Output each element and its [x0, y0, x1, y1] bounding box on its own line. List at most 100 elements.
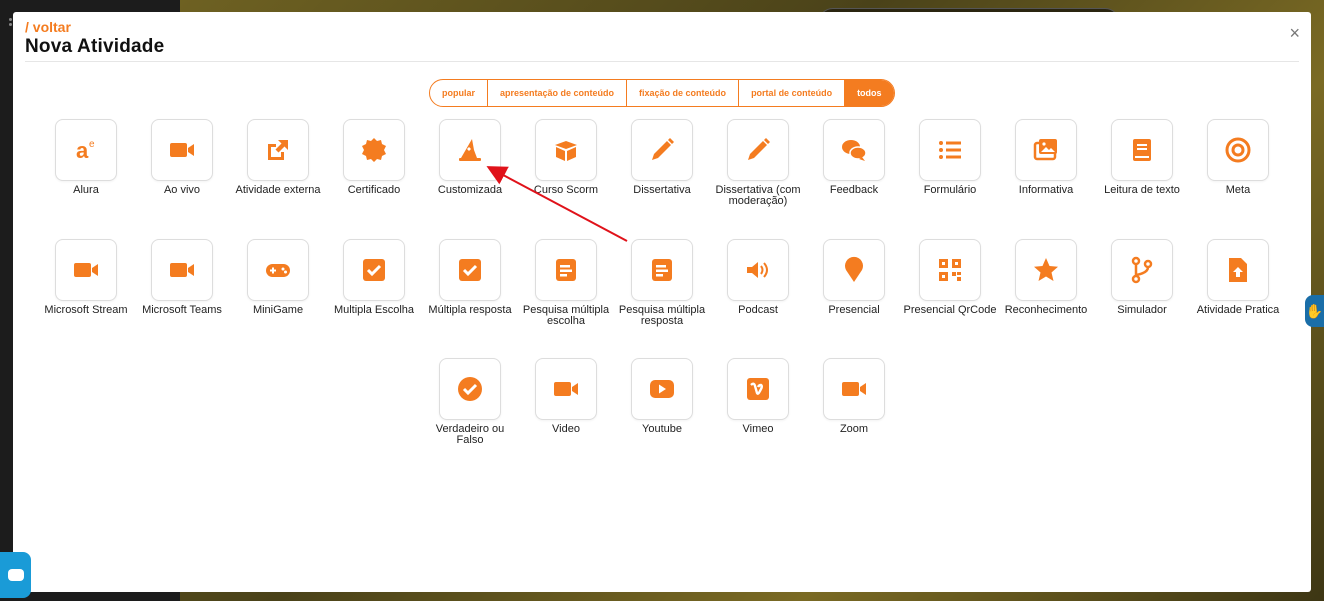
star-icon: [1034, 258, 1058, 281]
check-circle-icon: [458, 377, 482, 401]
activity-tile[interactable]: [631, 119, 693, 181]
activity-label: Curso Scorm: [533, 184, 599, 196]
activity-video[interactable]: Video: [518, 358, 614, 435]
close-icon[interactable]: ×: [1289, 24, 1300, 42]
activity-multipla-escolha[interactable]: Multipla Escolha: [326, 239, 422, 316]
activity-ao-vivo[interactable]: Ao vivo: [134, 119, 230, 196]
filter-content-fixation[interactable]: fixação de conteúdo: [627, 80, 740, 106]
activity-tile[interactable]: [1111, 119, 1173, 181]
activity-label: Certificado: [347, 184, 401, 196]
activity-feedback[interactable]: Feedback: [806, 119, 902, 196]
alura-icon: ae: [76, 138, 95, 163]
activity-customizada[interactable]: Customizada: [422, 119, 518, 196]
video-camera-icon: [170, 263, 194, 277]
activity-tile[interactable]: [823, 358, 885, 420]
activity-tile[interactable]: [1207, 239, 1269, 301]
activity-tile[interactable]: [151, 119, 213, 181]
activity-informativa[interactable]: Informativa: [998, 119, 1094, 196]
activity-tile[interactable]: [1015, 239, 1077, 301]
activity-microsoft-stream[interactable]: Microsoft Stream: [38, 239, 134, 316]
activity-tile[interactable]: [631, 239, 693, 301]
chat-icon: [7, 569, 24, 581]
activity-pesquisa-multipla-resposta[interactable]: Pesquisa múltipla resposta: [614, 239, 710, 327]
activity-tile[interactable]: [823, 119, 885, 181]
activity-label: Microsoft Teams: [142, 304, 222, 316]
activity-tile[interactable]: [439, 119, 501, 181]
activity-label: Leitura de texto: [1104, 184, 1180, 196]
activity-dissertativa-com-moderacao[interactable]: Dissertativa (com moderação): [710, 119, 806, 207]
activity-verdadeiro-ou-falso[interactable]: Verdadeiro ou Falso: [422, 358, 518, 446]
activity-tile[interactable]: [55, 239, 117, 301]
vimeo-icon: [747, 378, 769, 400]
activity-tile[interactable]: [727, 239, 789, 301]
activity-tile[interactable]: [343, 239, 405, 301]
activity-youtube[interactable]: Youtube: [614, 358, 710, 435]
activity-presencial[interactable]: Presencial: [806, 239, 902, 316]
file-upload-icon: [1229, 258, 1247, 282]
activity-tile[interactable]: [151, 239, 213, 301]
activity-minigame[interactable]: MiniGame: [230, 239, 326, 316]
activity-tile[interactable]: [439, 358, 501, 420]
activity-label: Ao vivo: [163, 184, 201, 196]
activity-leitura-de-texto[interactable]: Leitura de texto: [1094, 119, 1190, 196]
checkbox-icon: [363, 259, 385, 281]
activity-certificado[interactable]: Certificado: [326, 119, 422, 196]
activity-tile[interactable]: [535, 358, 597, 420]
activity-label: Formulário: [923, 184, 977, 196]
video-camera-icon: [554, 382, 578, 396]
activity-formulario[interactable]: Formulário: [902, 119, 998, 196]
accessibility-hand-icon[interactable]: ✋: [1305, 295, 1324, 327]
video-camera-icon: [74, 263, 98, 277]
activity-label: Meta: [1225, 184, 1251, 196]
activity-tile[interactable]: [919, 119, 981, 181]
images-icon: [1033, 139, 1057, 161]
activity-pesquisa-multipla-escolha[interactable]: Pesquisa múltipla escolha: [518, 239, 614, 327]
back-link[interactable]: / voltar: [25, 19, 71, 35]
svg-text:e: e: [89, 139, 95, 150]
activity-tile[interactable]: [631, 358, 693, 420]
filter-all[interactable]: todos: [845, 80, 894, 106]
activity-label: Microsoft Stream: [44, 304, 128, 316]
activity-atividade-pratica[interactable]: Atividade Pratica: [1190, 239, 1286, 316]
activity-label: Dissertativa: [633, 184, 691, 196]
activity-tile[interactable]: [919, 239, 981, 301]
chat-widget-button[interactable]: [0, 552, 31, 598]
checkbox-icon: [459, 259, 481, 281]
activity-curso-scorm[interactable]: Curso Scorm: [518, 119, 614, 196]
filter-content-portal[interactable]: portal de conteúdo: [739, 80, 846, 106]
activity-tile[interactable]: [823, 239, 885, 301]
activity-vimeo[interactable]: Vimeo: [710, 358, 806, 435]
chat-bubbles-icon: [842, 140, 867, 161]
activity-label: Dissertativa (com moderação): [715, 184, 801, 207]
activity-tile[interactable]: ae: [55, 119, 117, 181]
activity-tile[interactable]: [1111, 239, 1173, 301]
filter-content-presentation[interactable]: apresentação de conteúdo: [488, 80, 628, 106]
activity-tile[interactable]: [247, 239, 309, 301]
activity-microsoft-teams[interactable]: Microsoft Teams: [134, 239, 230, 316]
activity-dissertativa[interactable]: Dissertativa: [614, 119, 710, 196]
activity-multipla-resposta[interactable]: Múltipla resposta: [422, 239, 518, 316]
activity-tile[interactable]: [247, 119, 309, 181]
activity-label: Múltipla resposta: [428, 304, 512, 316]
activity-label: Feedback: [829, 184, 879, 196]
activity-reconhecimento[interactable]: Reconhecimento: [998, 239, 1094, 316]
activity-tile[interactable]: [1015, 119, 1077, 181]
activity-tile[interactable]: [343, 119, 405, 181]
activity-zoom[interactable]: Zoom: [806, 358, 902, 435]
video-camera-icon: [170, 143, 194, 157]
activity-tile[interactable]: [439, 239, 501, 301]
activity-meta[interactable]: Meta: [1190, 119, 1286, 196]
activity-label: Presencial QrCode: [903, 304, 997, 316]
activity-tile[interactable]: [727, 358, 789, 420]
activity-tile[interactable]: [727, 119, 789, 181]
activity-label: Multipla Escolha: [333, 304, 415, 316]
activity-atividade-externa[interactable]: Atividade externa: [230, 119, 326, 196]
activity-tile[interactable]: [535, 239, 597, 301]
activity-simulador[interactable]: Simulador: [1094, 239, 1190, 316]
activity-alura[interactable]: a e Alura: [38, 119, 134, 196]
activity-presencial-qrcode[interactable]: Presencial QrCode: [902, 239, 998, 316]
activity-tile[interactable]: [1207, 119, 1269, 181]
activity-tile[interactable]: [535, 119, 597, 181]
filter-popular[interactable]: popular: [430, 80, 488, 106]
activity-podcast[interactable]: Podcast: [710, 239, 806, 316]
